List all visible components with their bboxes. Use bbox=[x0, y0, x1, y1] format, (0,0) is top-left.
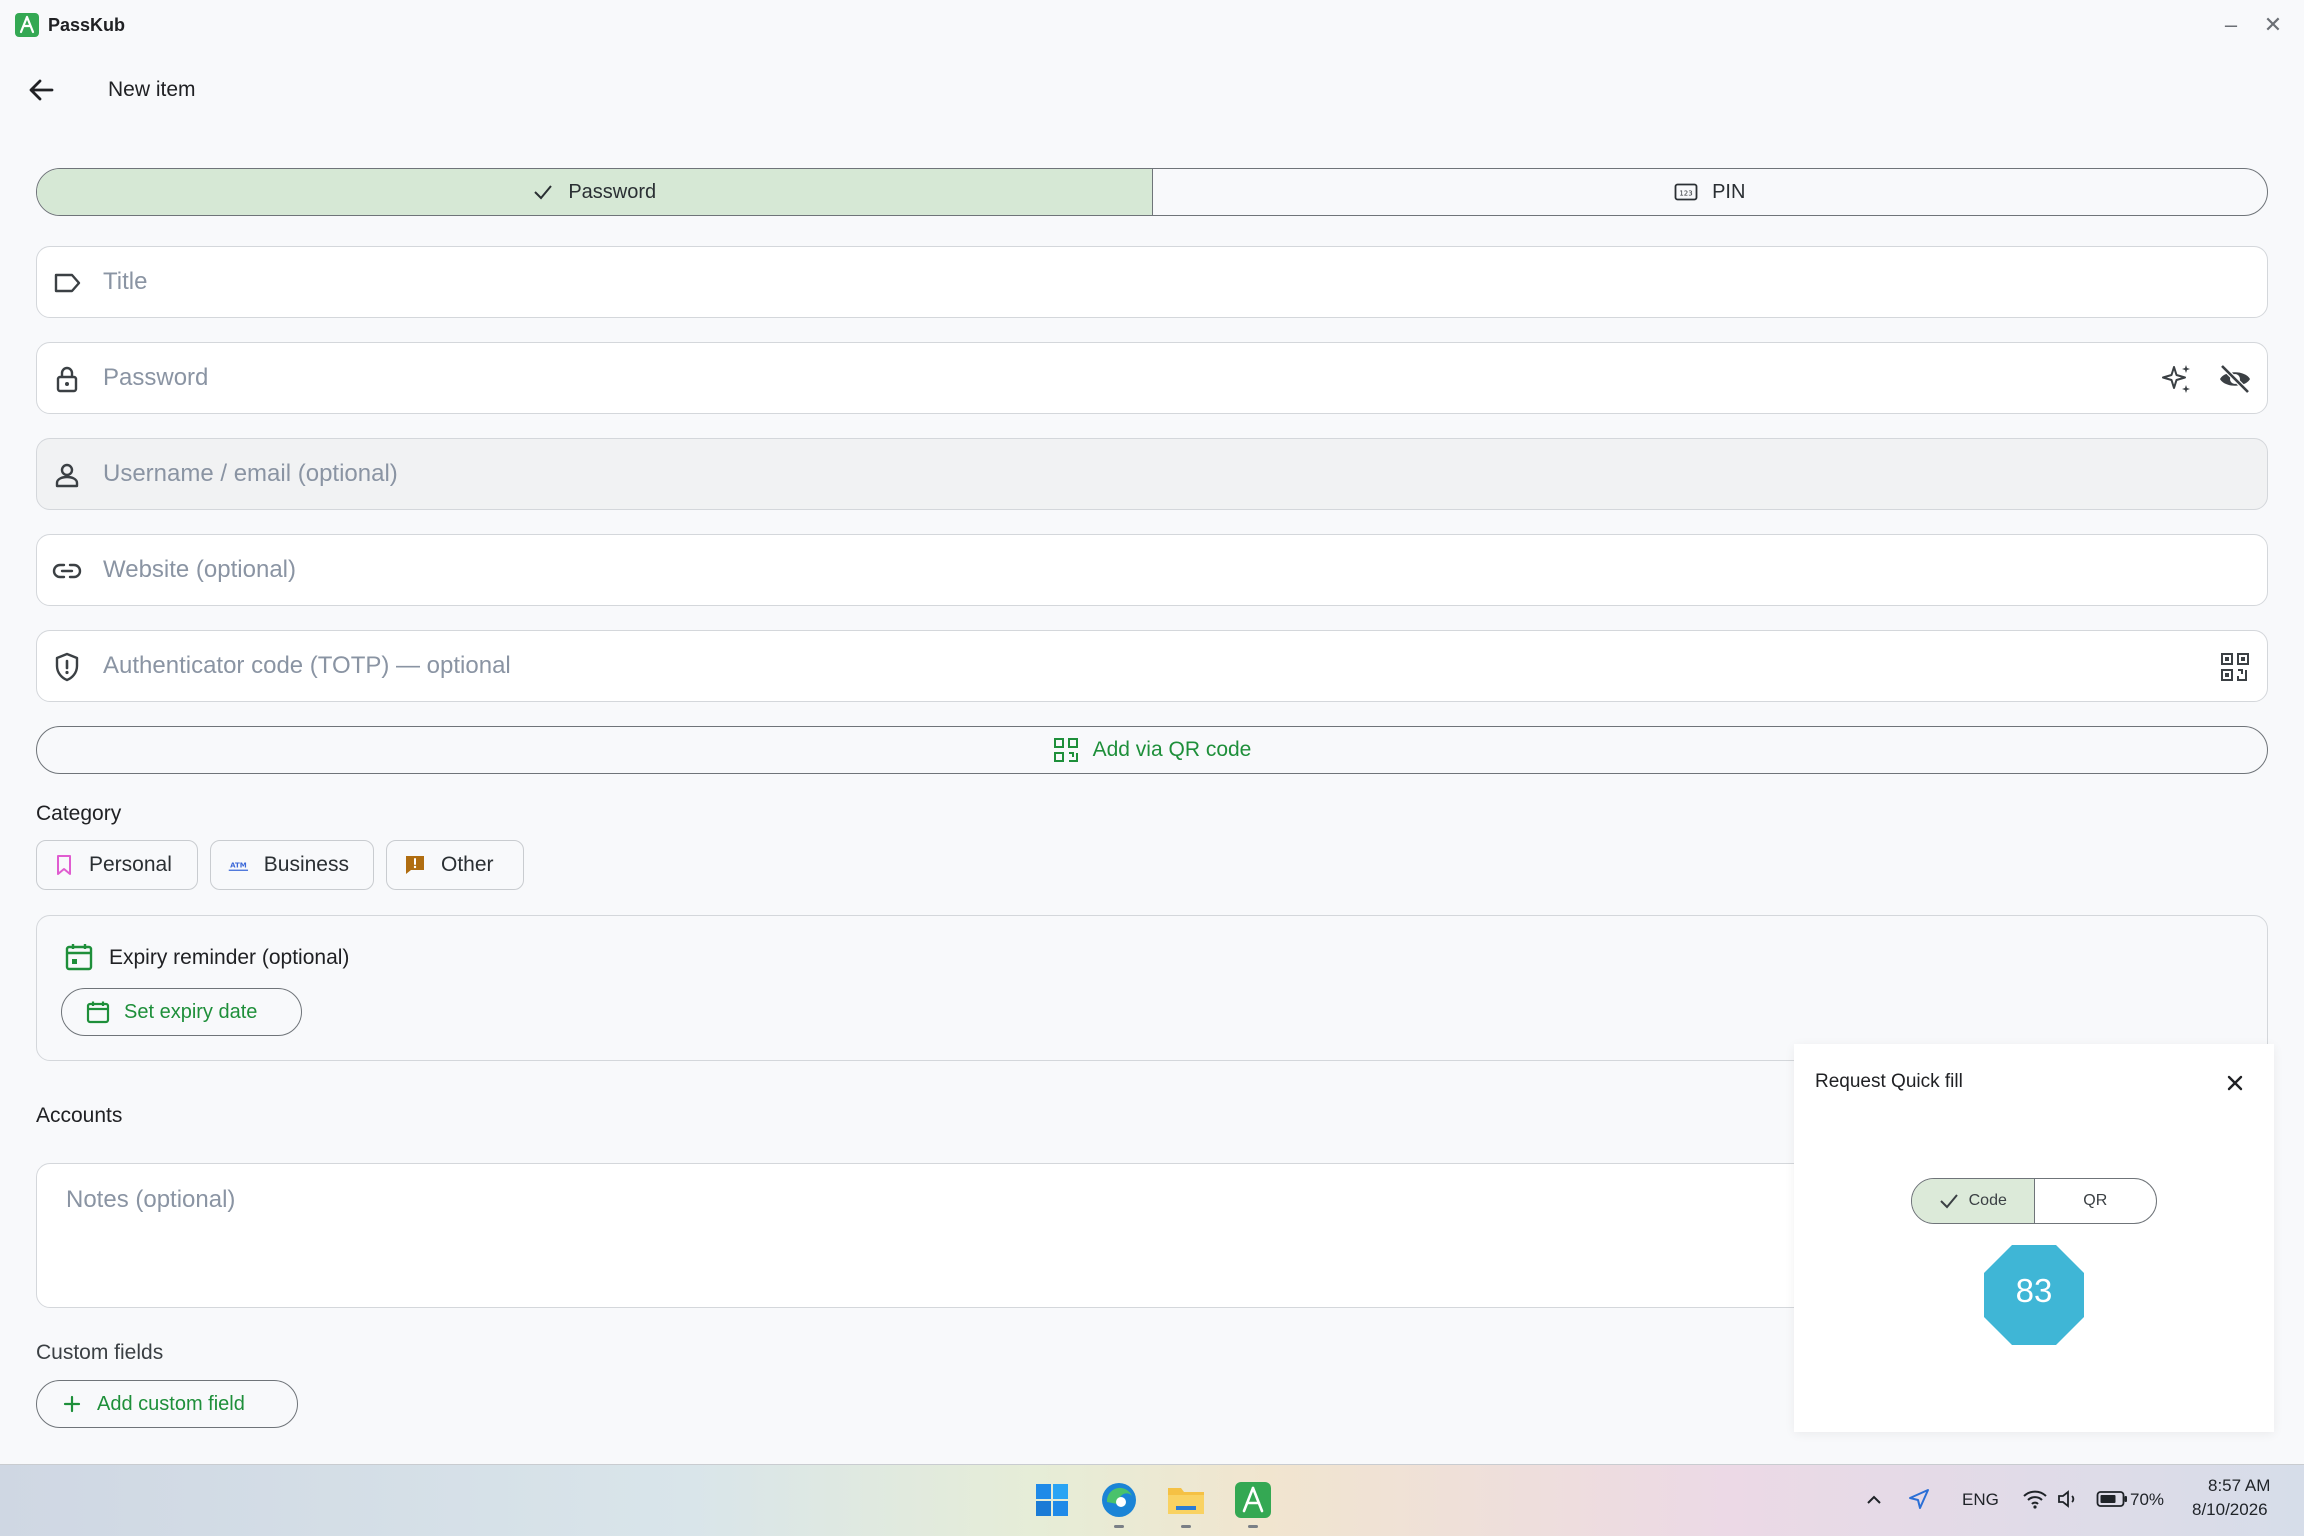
bookmark-icon bbox=[57, 855, 71, 875]
website-field[interactable]: Website (optional) bbox=[36, 534, 2268, 606]
add-custom-field-button[interactable]: Add custom field bbox=[36, 1380, 298, 1428]
add-via-qr-button[interactable]: Add via QR code bbox=[36, 726, 2268, 774]
category-chip-personal[interactable]: Personal bbox=[36, 840, 198, 890]
set-expiry-date-button[interactable]: Set expiry date bbox=[61, 988, 302, 1036]
svg-text:ATM: ATM bbox=[230, 862, 247, 870]
totp-field[interactable]: Authenticator code (TOTP) — optional bbox=[36, 630, 2268, 702]
tab-code-label: Code bbox=[1968, 1192, 2007, 1209]
username-input[interactable]: Username / email (optional) bbox=[103, 460, 398, 488]
chip-personal-label: Personal bbox=[89, 853, 172, 876]
app-logo-icon bbox=[15, 13, 39, 37]
back-button[interactable] bbox=[24, 72, 60, 108]
category-chip-other[interactable]: Other bbox=[386, 840, 524, 890]
battery-icon[interactable] bbox=[2096, 1490, 2128, 1508]
set-expiry-date-label: Set expiry date bbox=[124, 1000, 258, 1023]
check-icon bbox=[1939, 1194, 1958, 1209]
check-icon bbox=[534, 185, 553, 200]
plus-icon bbox=[63, 1395, 81, 1413]
quick-fill-panel bbox=[1794, 1044, 2274, 1432]
location-icon[interactable] bbox=[1906, 1486, 1932, 1512]
username-field[interactable]: Username / email (optional) bbox=[36, 438, 2268, 510]
title-bar: PassKub – ✕ bbox=[0, 0, 2304, 50]
tab-code[interactable]: Code bbox=[1912, 1179, 2035, 1223]
tab-qr[interactable]: QR bbox=[2035, 1179, 2157, 1223]
website-input[interactable]: Website (optional) bbox=[103, 556, 296, 584]
tab-pin[interactable]: 123 PIN bbox=[1153, 169, 2268, 215]
category-chip-business[interactable]: ATM Business bbox=[210, 840, 374, 890]
password-field[interactable]: Password bbox=[36, 342, 2268, 414]
title-input[interactable]: Title bbox=[103, 268, 147, 296]
alert-message-icon bbox=[406, 856, 424, 874]
label-tag-icon bbox=[54, 273, 81, 293]
totp-input[interactable]: Authenticator code (TOTP) — optional bbox=[103, 652, 511, 680]
passkub-running-indicator bbox=[1248, 1525, 1258, 1528]
shield-icon bbox=[55, 652, 79, 682]
add-custom-field-label: Add custom field bbox=[97, 1392, 245, 1415]
calendar-icon bbox=[86, 1001, 110, 1024]
category-label: Category bbox=[36, 802, 122, 825]
close-window-button[interactable]: ✕ bbox=[2256, 8, 2290, 42]
quick-fill-mode-toggle: Code QR bbox=[1911, 1178, 2157, 1224]
edge-browser-icon[interactable] bbox=[1097, 1478, 1141, 1522]
item-type-toggle: Password 123 PIN bbox=[36, 168, 2268, 216]
link-icon bbox=[52, 563, 82, 579]
tab-password-label: Password bbox=[568, 180, 657, 203]
quick-fill-title: Request Quick fill bbox=[1815, 1071, 1963, 1092]
password-input[interactable]: Password bbox=[103, 364, 208, 392]
accounts-label: Accounts bbox=[36, 1104, 123, 1127]
expiry-title: Expiry reminder (optional) bbox=[109, 946, 350, 969]
add-via-qr-label: Add via QR code bbox=[1092, 738, 1252, 761]
file-explorer-icon[interactable] bbox=[1164, 1478, 1208, 1522]
taskbar bbox=[0, 1464, 2304, 1536]
tab-qr-label: QR bbox=[2083, 1192, 2108, 1209]
windows-start-icon[interactable] bbox=[1030, 1478, 1074, 1522]
language-indicator[interactable]: ENG bbox=[1962, 1490, 1999, 1510]
page-title: New item bbox=[108, 78, 196, 101]
app-name: PassKub bbox=[48, 15, 126, 35]
person-icon bbox=[55, 463, 79, 488]
wifi-icon[interactable] bbox=[2022, 1487, 2048, 1511]
volume-icon[interactable] bbox=[2056, 1487, 2080, 1511]
passkub-taskbar-icon[interactable] bbox=[1231, 1478, 1275, 1522]
expiry-card bbox=[36, 915, 2268, 1061]
notes-input[interactable]: Notes (optional) bbox=[66, 1186, 235, 1214]
custom-fields-label: Custom fields bbox=[36, 1341, 164, 1364]
minimize-button[interactable]: – bbox=[2214, 8, 2248, 42]
pin-keypad-icon: 123 bbox=[1674, 183, 1698, 201]
tab-pin-label: PIN bbox=[1712, 180, 1746, 203]
edge-running-indicator bbox=[1114, 1525, 1124, 1528]
close-icon[interactable] bbox=[2218, 1066, 2252, 1100]
battery-percent: 70% bbox=[2130, 1490, 2165, 1509]
clock-date[interactable]: 8/10/2026 bbox=[2192, 1500, 2268, 1520]
tab-password[interactable]: Password bbox=[37, 169, 1153, 215]
visibility-off-icon[interactable] bbox=[2217, 361, 2253, 397]
generate-sparkle-icon[interactable] bbox=[2159, 361, 2195, 397]
chip-other-label: Other bbox=[441, 853, 494, 876]
atm-card-icon: ATM bbox=[228, 862, 249, 871]
chip-business-label: Business bbox=[263, 853, 349, 876]
qr-scan-icon bbox=[1053, 738, 1078, 762]
svg-text:123: 123 bbox=[1679, 190, 1692, 198]
chevron-up-icon[interactable] bbox=[1862, 1488, 1886, 1512]
clock-time[interactable]: 8:57 AM bbox=[2208, 1476, 2270, 1496]
title-field[interactable]: Title bbox=[36, 246, 2268, 318]
calendar-icon bbox=[65, 944, 93, 971]
lock-icon bbox=[56, 366, 78, 393]
quick-fill-code: 83 bbox=[2015, 1272, 2053, 1309]
qr-scan-icon[interactable] bbox=[2217, 649, 2253, 685]
explorer-running-indicator bbox=[1181, 1525, 1191, 1528]
